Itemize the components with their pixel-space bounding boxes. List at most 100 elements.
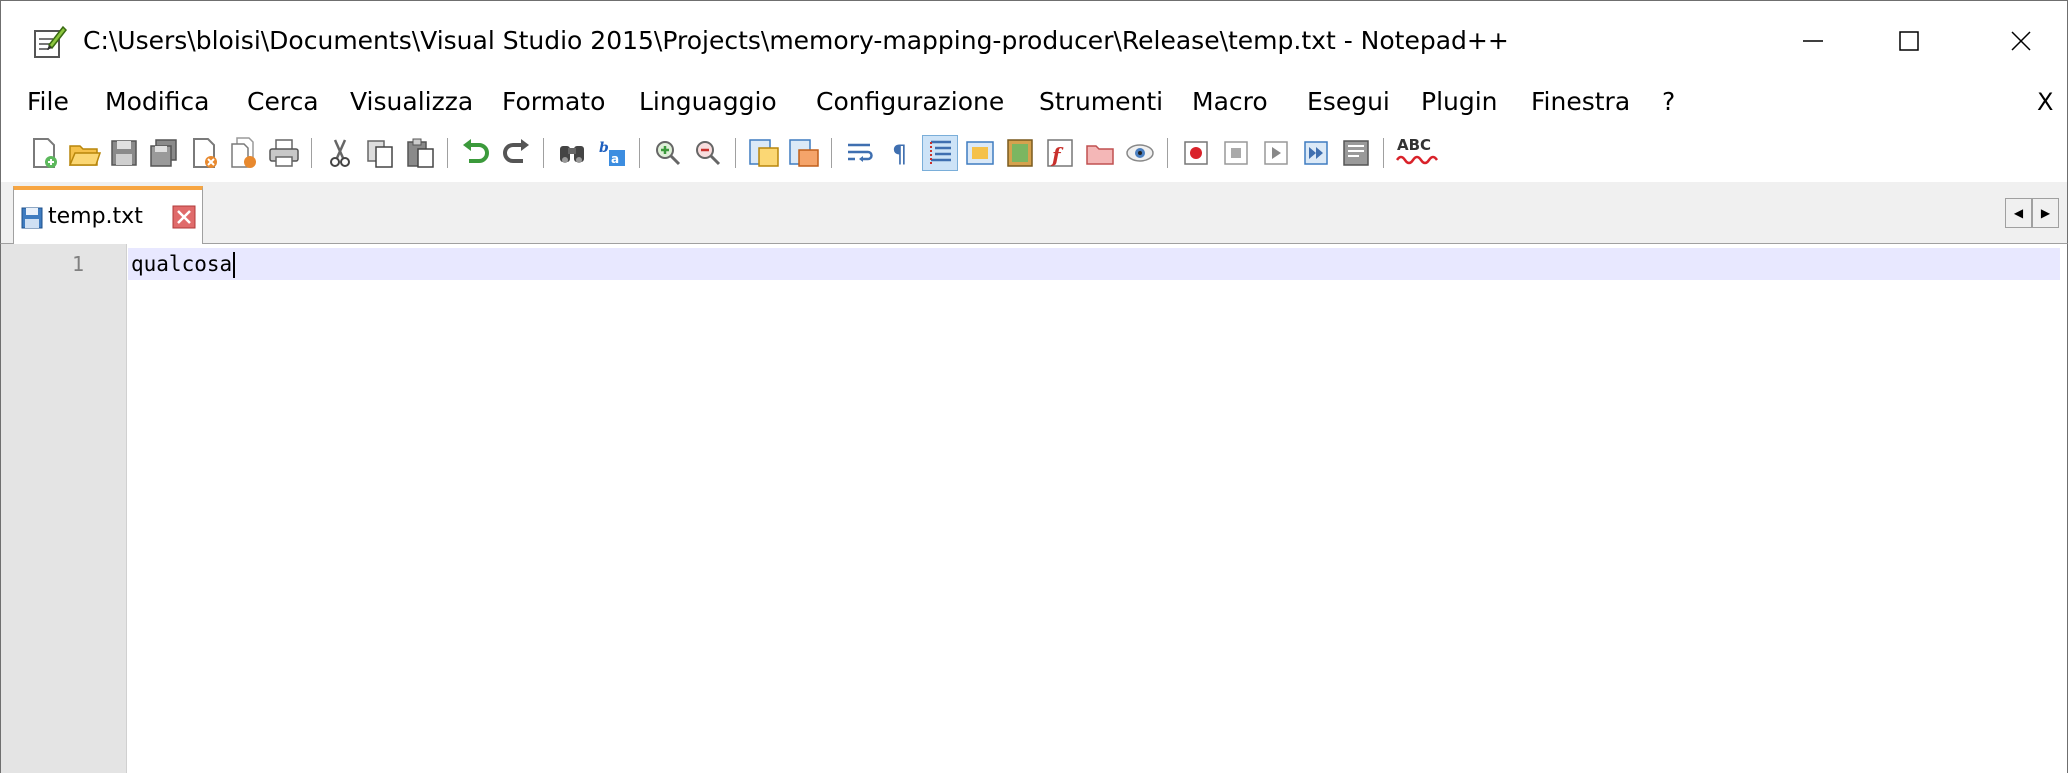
- fast-forward-icon: [1304, 141, 1328, 165]
- replace-button[interactable]: ba: [595, 136, 629, 170]
- menu-help[interactable]: ?: [1662, 84, 1675, 120]
- minimize-icon: [1803, 40, 1823, 42]
- menu-strumenti[interactable]: Strumenti: [1039, 84, 1163, 120]
- indent-guide-button[interactable]: [922, 135, 958, 171]
- menu-formato[interactable]: Formato: [502, 84, 605, 120]
- menu-macro[interactable]: Macro: [1192, 84, 1268, 120]
- sync-vertical-icon: [749, 139, 779, 167]
- close-document-button[interactable]: X: [2037, 84, 2053, 120]
- tab-scroll-buttons: ◀ ▶: [2005, 198, 2059, 228]
- close-file-button[interactable]: [187, 136, 221, 170]
- close-file-icon: [193, 138, 217, 168]
- user-defined-language-button[interactable]: [963, 136, 997, 170]
- word-wrap-button[interactable]: [843, 136, 877, 170]
- menu-cerca[interactable]: Cerca: [247, 84, 319, 120]
- undo-icon: [463, 139, 489, 163]
- arrow-left-icon: ◀: [2013, 206, 2024, 220]
- paste-button[interactable]: [403, 136, 437, 170]
- binoculars-icon: [560, 146, 584, 163]
- stop-icon: [1224, 141, 1248, 165]
- paste-icon: [407, 138, 434, 168]
- tab-temp-txt[interactable]: temp.txt: [13, 186, 203, 244]
- undo-button[interactable]: [459, 136, 493, 170]
- arrow-right-icon: ▶: [2040, 206, 2051, 220]
- folder-as-workspace-button[interactable]: [1083, 136, 1117, 170]
- find-button[interactable]: [555, 136, 589, 170]
- sync-vertical-scroll-button[interactable]: [747, 136, 781, 170]
- zoom-out-button[interactable]: [691, 136, 725, 170]
- copy-icon: [367, 140, 393, 168]
- save-macro-button[interactable]: [1339, 136, 1373, 170]
- run-macro-multiple-button[interactable]: [1299, 136, 1333, 170]
- new-file-button[interactable]: [27, 136, 61, 170]
- redo-button[interactable]: [499, 136, 533, 170]
- toolbar-separator: [831, 138, 832, 168]
- user-defined-language-icon: [966, 141, 994, 165]
- sync-horizontal-scroll-button[interactable]: [787, 136, 821, 170]
- menu-file[interactable]: File: [27, 84, 69, 120]
- svg-text:a: a: [611, 152, 619, 166]
- zoom-in-button[interactable]: [651, 136, 685, 170]
- record-macro-button[interactable]: [1179, 136, 1213, 170]
- print-button[interactable]: [267, 136, 301, 170]
- code-line[interactable]: qualcosa: [131, 250, 236, 278]
- close-tab-icon[interactable]: [172, 205, 196, 229]
- menu-esegui[interactable]: Esegui: [1307, 84, 1390, 120]
- new-file-icon: [33, 138, 57, 168]
- toolbar-separator: [1383, 138, 1384, 168]
- document-map-button[interactable]: [1003, 136, 1037, 170]
- copy-button[interactable]: [363, 136, 397, 170]
- toolbar-separator: [1167, 138, 1168, 168]
- show-all-characters-button[interactable]: ¶: [883, 136, 917, 170]
- save-button[interactable]: [107, 136, 141, 170]
- notepad-plus-plus-icon: [34, 25, 67, 58]
- save-all-button[interactable]: [147, 136, 181, 170]
- menu-finestra[interactable]: Finestra: [1531, 84, 1630, 120]
- menu-linguaggio[interactable]: Linguaggio: [639, 84, 777, 120]
- menu-bar: File Modifica Cerca Visualizza Formato L…: [0, 80, 2068, 124]
- current-line-highlight: [128, 248, 2060, 280]
- maximize-button[interactable]: [1861, 1, 1957, 81]
- editor-area[interactable]: 1 qualcosa: [0, 244, 2068, 773]
- open-file-button[interactable]: [67, 136, 101, 170]
- tab-bar: temp.txt ◀ ▶: [0, 182, 2068, 244]
- save-macro-icon: [1343, 140, 1369, 166]
- scissors-icon: [330, 139, 350, 167]
- function-list-icon: f: [1047, 139, 1073, 167]
- menu-modifica[interactable]: Modifica: [105, 84, 210, 120]
- line-number: 1: [71, 252, 84, 276]
- print-icon: [269, 139, 299, 167]
- redo-icon: [503, 139, 529, 163]
- close-all-icon: [231, 137, 256, 168]
- maximize-icon: [1899, 31, 1919, 51]
- zoom-in-icon: [656, 141, 681, 166]
- play-macro-button[interactable]: [1259, 136, 1293, 170]
- close-all-button[interactable]: [227, 136, 261, 170]
- monitoring-button[interactable]: [1123, 136, 1157, 170]
- close-button[interactable]: [1973, 1, 2068, 81]
- tab-label: temp.txt: [48, 204, 143, 229]
- cut-button[interactable]: [323, 136, 357, 170]
- replace-icon: ba: [599, 140, 625, 166]
- toolbar: ba ¶ f ABC: [0, 124, 2068, 182]
- save-icon: [111, 140, 137, 166]
- scroll-tabs-right-button[interactable]: ▶: [2032, 198, 2059, 228]
- title-bar: C:\Users\bloisi\Documents\Visual Studio …: [0, 0, 2068, 80]
- record-icon: [1184, 141, 1208, 165]
- zoom-out-icon: [696, 141, 721, 166]
- pilcrow-icon: ¶: [892, 140, 907, 168]
- function-list-button[interactable]: f: [1043, 136, 1077, 170]
- spell-check-button[interactable]: ABC: [1395, 136, 1439, 170]
- stop-recording-button[interactable]: [1219, 136, 1253, 170]
- scroll-tabs-left-button[interactable]: ◀: [2005, 198, 2032, 228]
- toolbar-separator: [311, 138, 312, 168]
- text-caret: [233, 252, 236, 278]
- minimize-button[interactable]: [1765, 1, 1861, 81]
- menu-configurazione[interactable]: Configurazione: [816, 84, 1004, 120]
- close-icon: [2011, 31, 2031, 51]
- menu-visualizza[interactable]: Visualizza: [350, 84, 473, 120]
- save-all-icon: [150, 139, 177, 167]
- menu-plugin[interactable]: Plugin: [1421, 84, 1498, 120]
- spell-check-label: ABC: [1397, 136, 1432, 154]
- line-number-gutter: 1: [1, 244, 127, 773]
